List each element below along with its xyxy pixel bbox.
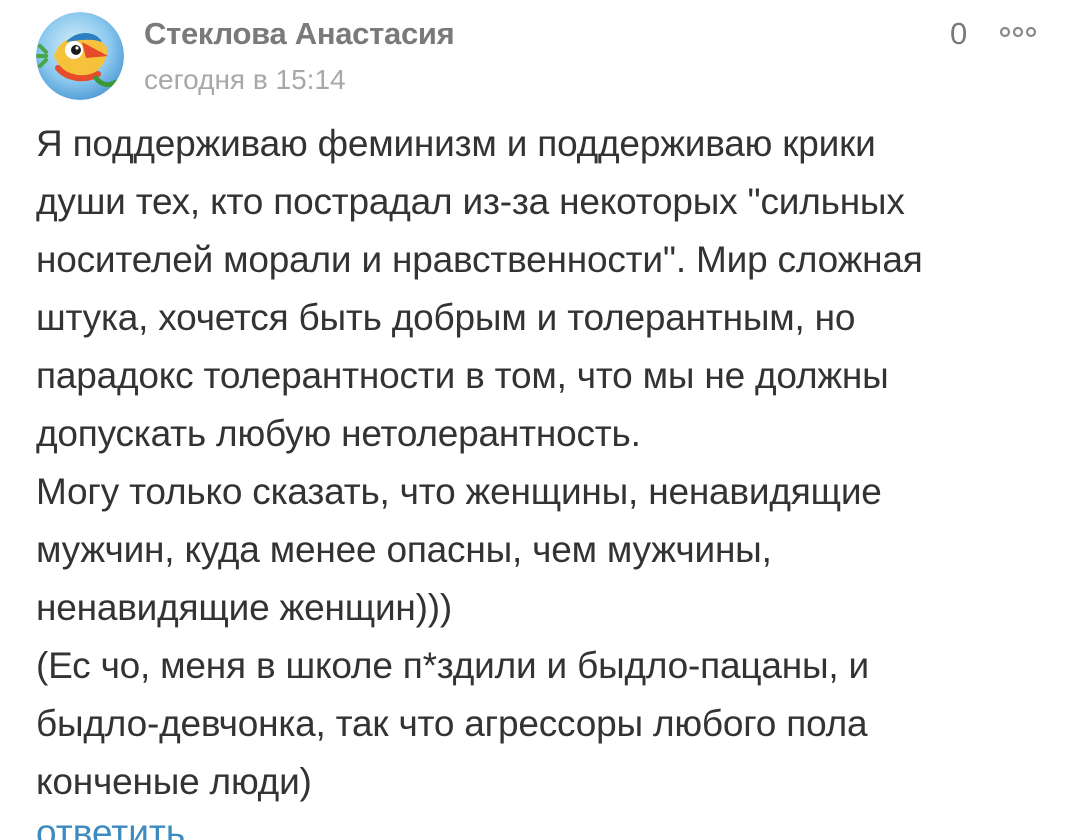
reply-link[interactable]: ответить [36, 812, 185, 840]
comment-text-line: мужчин, куда менее опасны, чем мужчины, [36, 529, 772, 570]
comment-text-line: Я поддерживаю феминизм и поддерживаю кри… [36, 123, 876, 164]
author-name[interactable]: Стеклова Анастасия [144, 16, 455, 52]
comment-text-line: (Ес чо, меня в школе п*здили и быдло-пац… [36, 645, 870, 686]
avatar[interactable] [36, 12, 124, 100]
cartoon-fish-avatar-icon [36, 12, 124, 100]
comment-text-line: Могу только сказать, что женщины, ненави… [36, 471, 882, 512]
comment-text-line: носителей морали и нравственности". Мир … [36, 239, 923, 280]
comment-text-line: быдло-девчонка, так что агрессоры любого… [36, 703, 868, 744]
more-options-button[interactable] [996, 22, 1040, 42]
comment-text-line: души тех, кто пострадал из-за некоторых … [36, 181, 905, 222]
like-count[interactable]: 0 [950, 16, 967, 52]
comment-text-line: парадокс толерантности в том, что мы не … [36, 355, 889, 396]
comment-timestamp[interactable]: сегодня в 15:14 [144, 64, 346, 96]
comment-text: Я поддерживаю феминизм и поддерживаю кри… [36, 115, 1046, 811]
comment-text-line: ненавидящие женщин))) [36, 587, 453, 628]
comment-text-line: конченые люди) [36, 761, 312, 802]
comment-text-line: допускать любую нетолерантность. [36, 413, 641, 454]
comment-text-line: штука, хочется быть добрым и толерантным… [36, 297, 856, 338]
more-dots-icon [999, 26, 1037, 38]
